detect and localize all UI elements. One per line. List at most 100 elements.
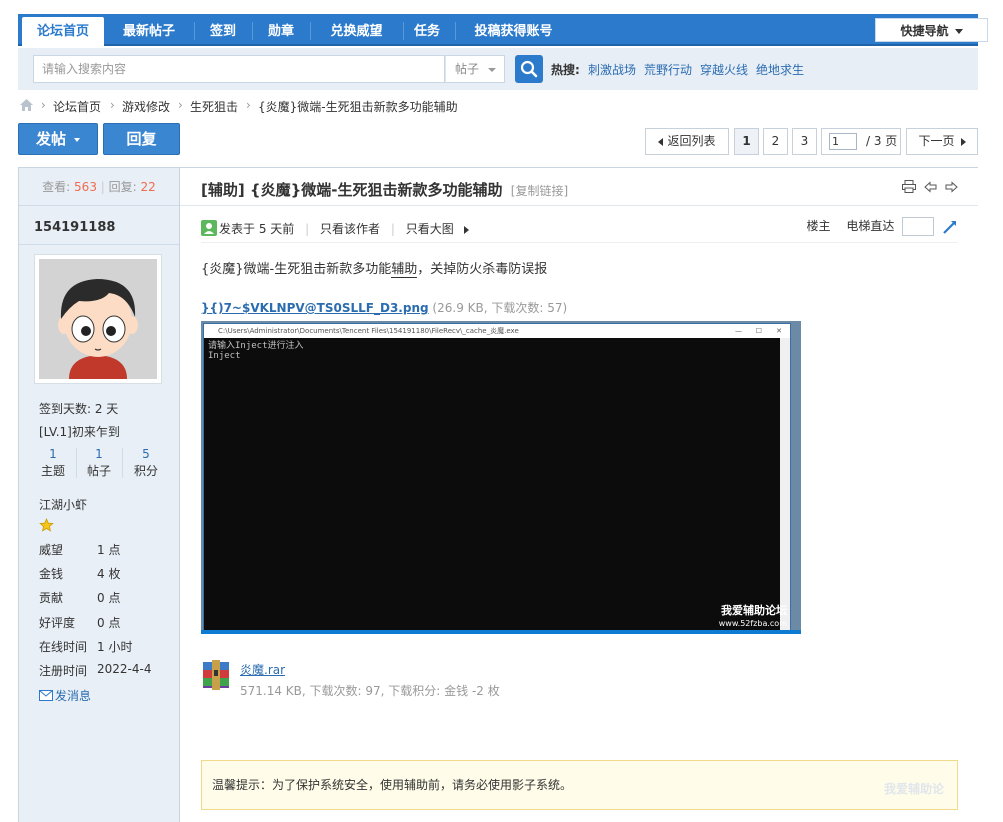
prop-label: 威望 — [39, 543, 64, 557]
views-count: 563 — [74, 180, 97, 194]
prop-value: 2022-4-4 — [97, 662, 152, 676]
user-level[interactable]: [LV.1]初来乍到 — [39, 423, 120, 440]
prop-value: 1 点 — [97, 543, 121, 557]
nav-latest-posts[interactable]: 最新帖子 — [109, 17, 189, 46]
close-icon: ✕ — [776, 327, 782, 335]
prop-label: 在线时间 — [39, 640, 88, 654]
console-titlebar: C:\Users\Administrator\Documents\Tencent… — [204, 324, 790, 338]
stat-label: 积分 — [133, 464, 158, 478]
floor-owner-label: 楼主 — [806, 219, 831, 233]
chevron-down-icon — [488, 68, 496, 72]
hot-search-link[interactable]: 刺激战场 — [588, 61, 636, 78]
breadcrumb-item[interactable]: 生死狙击 — [190, 98, 238, 115]
mail-icon — [39, 690, 53, 701]
image-attachment-link[interactable]: }{)7~$VKLNPV@TS0SLLF_D3.png — [201, 301, 429, 315]
reply-button[interactable]: 回复 — [103, 123, 180, 155]
rar-attachment-meta: 571.14 KB, 下载次数: 97, 下载积分: 金钱 -2 枚 — [240, 684, 500, 698]
nav-separator — [455, 22, 456, 40]
page-button-current[interactable]: 1 — [734, 128, 759, 155]
online-user-icon — [201, 220, 217, 236]
prev-thread-icon[interactable] — [924, 181, 937, 193]
minimize-icon: — — [735, 327, 742, 335]
go-floor-icon[interactable] — [942, 219, 958, 235]
user-group[interactable]: 江湖小虾 — [39, 496, 87, 513]
meta-separator: | — [305, 222, 310, 236]
title-tools — [902, 180, 958, 196]
console-output: 请输入Inject进行注入 Inject — [204, 338, 790, 364]
quick-nav-button[interactable]: 快捷导航 — [875, 18, 988, 42]
screenshot-taskbar — [201, 630, 801, 634]
nav-medals[interactable]: 勋章 — [256, 17, 306, 46]
breadcrumb-separator: › — [110, 98, 115, 112]
stat-points[interactable]: 5 积分 — [123, 446, 169, 480]
replies-count: 22 — [140, 180, 156, 194]
hot-search-link[interactable]: 绝地求生 — [756, 61, 804, 78]
nav-tasks[interactable]: 任务 — [407, 17, 447, 46]
nav-exchange[interactable]: 兑换威望 — [314, 17, 399, 46]
nav-home[interactable]: 论坛首页 — [22, 17, 104, 46]
chevron-down-icon — [954, 29, 963, 34]
prop-value: 0 点 — [97, 591, 121, 605]
stats-separator: | — [100, 180, 105, 194]
maximize-icon: ☐ — [755, 327, 762, 335]
corner-watermark: 我爱辅助论 — [884, 782, 945, 796]
floor-jump-input[interactable] — [902, 217, 935, 236]
stat-threads[interactable]: 1 主题 — [30, 446, 76, 480]
nav-signin[interactable]: 签到 — [198, 17, 248, 46]
new-post-button[interactable]: 发帖 — [18, 123, 98, 155]
console-title: C:\Users\Administrator\Documents\Tencent… — [218, 327, 519, 335]
search-button[interactable] — [515, 55, 543, 83]
rar-attachment-link[interactable]: 炎魔.rar — [240, 661, 285, 678]
search-input[interactable]: 请输入搜索内容 — [33, 55, 445, 83]
next-page-button[interactable]: 下一页 — [906, 128, 978, 155]
divider — [201, 242, 957, 243]
avatar-image — [39, 259, 157, 379]
breadcrumb-item[interactable]: {炎魔}微端-生死狙击新款多功能辅助 — [258, 98, 458, 115]
page-button[interactable]: 2 — [763, 128, 788, 155]
nav-submit[interactable]: 投稿获得账号 — [461, 17, 566, 46]
elevator-label: 电梯直达 — [846, 219, 895, 233]
back-to-list-button[interactable]: 返回列表 — [645, 128, 729, 155]
print-icon[interactable] — [902, 180, 917, 193]
page-button[interactable]: 3 — [792, 128, 817, 155]
attached-screenshot[interactable]: C:\Users\Administrator\Documents\Tencent… — [201, 321, 801, 634]
top-strip — [0, 0, 1003, 14]
breadcrumb-item[interactable]: 游戏修改 — [122, 98, 170, 115]
console-line: Inject — [208, 351, 241, 361]
prop-label: 注册时间 — [39, 664, 88, 678]
thread-stats: 查看: 563 | 回复: 22 — [19, 168, 179, 206]
next-thread-icon[interactable] — [945, 181, 958, 193]
send-message-label: 发消息 — [55, 689, 92, 703]
floor-tools: 楼主 电梯直达 — [806, 217, 958, 236]
post-body-keyword[interactable]: 辅助 — [391, 262, 418, 278]
prop-label: 金钱 — [39, 567, 64, 581]
breadcrumb-separator: › — [246, 98, 251, 112]
hot-search-link[interactable]: 荒野行动 — [644, 61, 692, 78]
avatar[interactable] — [34, 254, 162, 384]
hot-search-link[interactable]: 穿越火线 — [700, 61, 748, 78]
search-bar: 请输入搜索内容 帖子 热搜: 刺激战场 荒野行动 穿越火线 绝地求生 — [18, 48, 978, 90]
main-nav: 论坛首页 最新帖子 签到 勋章 兑换威望 任务 投稿获得账号 快捷导航 — [18, 14, 988, 46]
send-message-link[interactable]: 发消息 — [39, 687, 91, 704]
copy-link-button[interactable]: [复制链接] — [511, 184, 568, 198]
replies-label: 回复: — [108, 180, 137, 194]
post-title: [辅助] {炎魔}微端-生死狙击新款多功能辅助 [复制链接] — [201, 179, 568, 200]
chevron-right-icon — [960, 137, 966, 146]
prop-value: 1 小时 — [97, 640, 133, 654]
author-sidebar: 查看: 563 | 回复: 22 154191188 签到天数: 2 天 [LV… — [19, 168, 180, 822]
breadcrumb-item[interactable]: 论坛首页 — [53, 98, 101, 115]
prop-value: 0 点 — [97, 616, 121, 630]
only-author-link[interactable]: 只看该作者 — [320, 222, 380, 236]
next-page-label: 下一页 — [918, 134, 955, 148]
stat-posts[interactable]: 1 帖子 — [76, 446, 122, 480]
stat-label: 帖子 — [86, 464, 111, 478]
search-type-select[interactable]: 帖子 — [445, 55, 505, 83]
breadcrumb-separator: › — [178, 98, 183, 112]
page-jump-input[interactable]: 1 — [829, 133, 857, 150]
console-line: 请输入Inject进行注入 — [208, 341, 304, 351]
home-icon[interactable] — [19, 98, 34, 112]
only-big-images-link[interactable]: 只看大图 — [406, 222, 454, 236]
stat-value: 5 — [142, 447, 150, 461]
author-username[interactable]: 154191188 — [34, 220, 115, 235]
stat-label: 主题 — [40, 464, 65, 478]
